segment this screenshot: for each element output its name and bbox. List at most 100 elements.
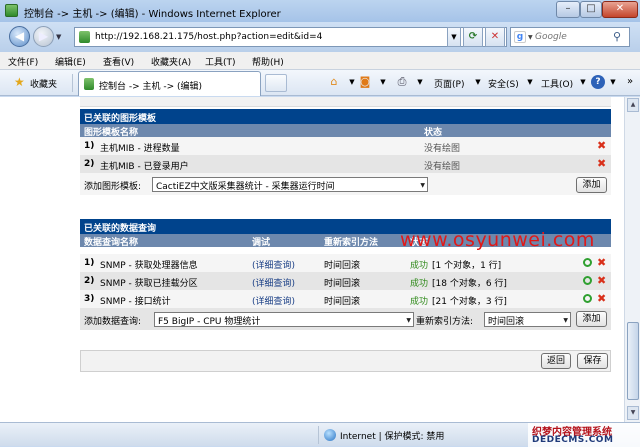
print-icon[interactable]: ⎙ [395, 75, 409, 89]
verbose-query-link[interactable]: (详细查询) [252, 294, 295, 307]
data-query-select[interactable]: F5 BigIP - CPU 物理统计 ▼ [154, 312, 414, 327]
data-query-select-value: F5 BigIP - CPU 物理统计 [158, 317, 261, 327]
page-menu[interactable]: 页面(P) [434, 77, 464, 90]
home-dropdown-icon[interactable]: ▼ [345, 75, 359, 89]
status-bar: Internet | 保护模式: 禁用 织梦内容管理系统 DEDECMS.COM [0, 422, 640, 447]
search-input[interactable] [535, 30, 609, 44]
back-button[interactable]: 返回 [541, 353, 571, 369]
tools-menu[interactable]: 工具(O) [541, 77, 573, 90]
query-name: SNMP - 获取已挂载分区 [100, 279, 198, 289]
verbose-query-link[interactable]: (详细查询) [252, 258, 295, 271]
google-icon: g [514, 31, 526, 43]
favorites-star-icon[interactable]: ★ [14, 75, 25, 89]
menu-bar: 文件(F) 编辑(E) 查看(V) 收藏夹(A) 工具(T) 帮助(H) [0, 52, 640, 70]
vertical-scrollbar[interactable]: ▲ ▼ [624, 97, 640, 422]
graph-templates-column-header: 图形模板名称 状态 [80, 124, 611, 138]
delete-icon[interactable]: ✖ [597, 274, 606, 287]
reindex-method-select[interactable]: 时间回滚 ▼ [484, 312, 571, 327]
reload-query-icon[interactable] [583, 258, 592, 267]
scroll-down-icon[interactable]: ▼ [627, 406, 639, 420]
search-box[interactable]: g ▼ ⚲ [510, 27, 630, 47]
back-arrow-icon[interactable]: ◀ [9, 26, 30, 47]
tab-current-page[interactable]: 控制台 -> 主机 -> (编辑) [78, 71, 261, 96]
forward-arrow-icon[interactable]: ▶ [33, 26, 54, 47]
reload-query-icon[interactable] [583, 276, 592, 285]
safety-menu[interactable]: 安全(S) [488, 77, 519, 90]
scroll-up-icon[interactable]: ▲ [627, 98, 639, 112]
page-viewport: 已关联的图形模板 图形模板名称 状态 1) 主机MIB - 进程数量 没有绘图 … [0, 97, 624, 422]
reindex-method: 时间回滚 [324, 279, 361, 289]
status-detail: [21 个对象，3 行] [432, 297, 507, 307]
verbose-query-link[interactable]: (详细查询) [252, 276, 295, 289]
favorites-bar: ★ 收藏夹 控制台 -> 主机 -> (编辑) ⌂ ▼ ◙ ▼ ⎙ ▼ 页面(P… [0, 70, 640, 96]
home-icon[interactable]: ⌂ [327, 75, 341, 89]
graph-template-select[interactable]: CactiEZ中文版采集器统计 - 采集器运行时间 ▼ [152, 177, 428, 192]
menu-tools[interactable]: 工具(T) [205, 55, 236, 68]
page-dropdown-icon[interactable]: ▼ [471, 75, 485, 89]
col-reindex: 重新索引方法 [324, 238, 379, 248]
print-dropdown-icon[interactable]: ▼ [413, 75, 427, 89]
status-success: 成功 [410, 279, 429, 289]
search-icon[interactable]: ⚲ [613, 30, 621, 43]
address-bar: ◀ ▶ ▼ http://192.168.21.175/host.php?act… [0, 22, 640, 52]
save-button[interactable]: 保存 [577, 353, 608, 369]
watermark-text: www.osyunwei.com [400, 229, 595, 251]
maximize-button[interactable]: □ [580, 1, 602, 18]
help-dropdown-icon[interactable]: ▼ [606, 75, 620, 89]
menu-file[interactable]: 文件(F) [8, 55, 38, 68]
reload-query-icon[interactable] [583, 294, 592, 303]
template-status: 没有绘图 [424, 144, 461, 154]
window-title: 控制台 -> 主机 -> (编辑) - Windows Internet Exp… [24, 9, 281, 20]
internet-globe-icon [324, 429, 336, 441]
address-dropdown-icon[interactable]: ▼ [447, 27, 461, 47]
template-name: 主机MIB - 已登录用户 [100, 162, 189, 172]
query-name: SNMP - 接口统计 [100, 297, 171, 307]
table-row: 2) SNMP - 获取已挂载分区 (详细查询) 时间回滚 成功 [18 个对象… [80, 272, 611, 290]
scroll-thumb[interactable] [627, 322, 639, 400]
new-tab-button[interactable] [265, 74, 287, 92]
chevron-down-icon: ▼ [563, 317, 568, 324]
template-status: 没有绘图 [424, 162, 461, 172]
menu-view[interactable]: 查看(V) [103, 55, 134, 68]
address-input[interactable]: http://192.168.21.175/host.php?action=ed… [74, 27, 507, 47]
favorites-button[interactable]: 收藏夹 [30, 77, 57, 90]
reindex-method: 时间回滚 [324, 261, 361, 271]
tab-favicon-icon [84, 78, 94, 90]
help-icon[interactable]: ? [591, 75, 605, 89]
row-number: 1) [84, 258, 95, 268]
col-debug: 调试 [252, 238, 271, 248]
menu-help[interactable]: 帮助(H) [252, 55, 284, 68]
security-zone[interactable]: Internet | 保护模式: 禁用 [340, 429, 444, 442]
add-graph-template-label: 添加图形模板: [84, 182, 142, 192]
address-url[interactable]: http://192.168.21.175/host.php?action=ed… [95, 32, 322, 42]
delete-icon[interactable]: ✖ [597, 292, 606, 305]
menu-edit[interactable]: 编辑(E) [55, 55, 86, 68]
refresh-icon[interactable]: ⟳ [463, 27, 483, 47]
row-number: 2) [84, 159, 95, 169]
status-detail: [1 个对象，1 行] [432, 261, 502, 271]
tools-dropdown-icon[interactable]: ▼ [576, 75, 590, 89]
ie-page-icon [5, 4, 18, 17]
delete-icon[interactable]: ✖ [597, 157, 606, 170]
dedecms-logo: 织梦内容管理系统 DEDECMS.COM [528, 423, 640, 447]
add-graph-template-button[interactable]: 添加 [576, 177, 607, 193]
status-detail: [18 个对象，6 行] [432, 279, 507, 289]
feeds-dropdown-icon[interactable]: ▼ [376, 75, 390, 89]
toolbar-overflow-icon[interactable]: » [623, 75, 637, 89]
separator [72, 74, 73, 92]
search-provider-dropdown-icon[interactable]: ▼ [528, 34, 533, 41]
reindex-method: 时间回滚 [324, 297, 361, 307]
history-dropdown-icon[interactable]: ▼ [56, 33, 61, 41]
safety-dropdown-icon[interactable]: ▼ [523, 75, 537, 89]
feeds-icon[interactable]: ◙ [358, 75, 372, 89]
top-strip [80, 97, 611, 107]
col-query-name: 数据查询名称 [84, 238, 139, 248]
status-success: 成功 [410, 261, 429, 271]
delete-icon[interactable]: ✖ [597, 139, 606, 152]
delete-icon[interactable]: ✖ [597, 256, 606, 269]
add-data-query-button[interactable]: 添加 [576, 311, 607, 327]
minimize-button[interactable]: – [556, 1, 580, 18]
close-button[interactable]: ✕ [602, 1, 638, 18]
stop-icon[interactable]: ✕ [485, 27, 505, 47]
menu-favorites[interactable]: 收藏夹(A) [151, 55, 191, 68]
